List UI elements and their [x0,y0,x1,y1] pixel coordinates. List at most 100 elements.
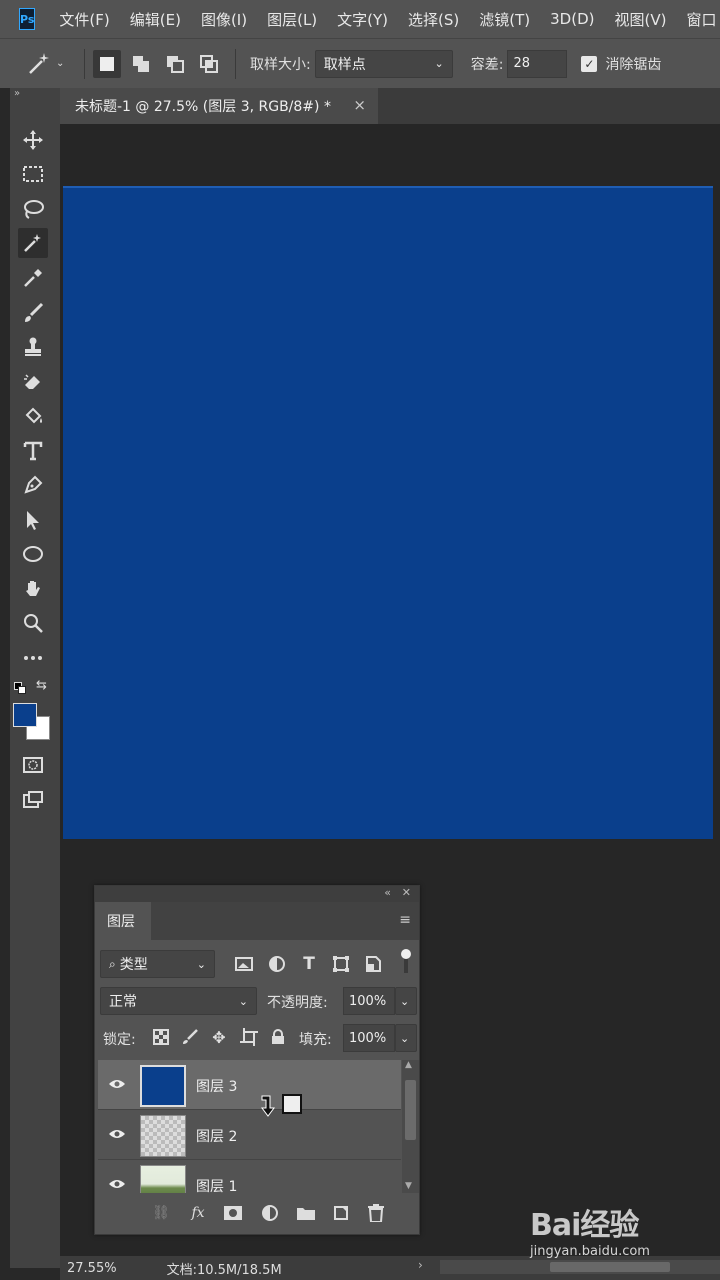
path-selection-tool[interactable] [18,505,48,535]
tab-layers[interactable]: 图层 [95,902,151,940]
add-mask-icon[interactable] [222,1203,244,1223]
menu-3d[interactable]: 3D(D) [550,10,594,28]
menu-view[interactable]: 视图(V) [615,9,667,30]
sample-size-select[interactable]: 取样点 ⌄ [314,49,453,78]
eye-icon[interactable] [108,1078,126,1090]
lasso-tool[interactable] [18,194,48,224]
zoom-level[interactable]: 27.55% [67,1261,117,1276]
chevron-down-icon[interactable]: ▼ [405,1181,412,1191]
filter-adjustment-icon[interactable] [266,953,288,975]
filter-shape-icon[interactable] [330,953,352,975]
brush-tool[interactable] [18,298,48,328]
new-group-icon[interactable] [295,1203,317,1223]
default-colors-icon[interactable] [14,682,26,694]
intersect-selection-button[interactable] [195,50,223,78]
sample-size-value: 取样点 [323,56,366,73]
document-size[interactable]: 文档:10.5M/18.5M [167,1259,282,1278]
menu-file[interactable]: 文件(F) [59,9,109,30]
filter-pixel-icon[interactable] [233,953,255,975]
menu-layer[interactable]: 图层(L) [267,9,317,30]
eye-icon[interactable] [108,1128,126,1140]
antialias-checkbox[interactable]: ✓ [581,55,598,72]
close-icon[interactable]: × [353,96,366,114]
layers-scrollbar[interactable]: ▲ ▼ [402,1060,419,1193]
tool-preset-picker[interactable]: ⌄ [26,46,76,82]
more-icon [24,656,42,660]
move-tool[interactable] [18,125,48,155]
layer-thumbnail [140,1165,186,1193]
new-adjustment-layer-icon[interactable] [259,1203,281,1223]
filter-type-icon[interactable]: T [298,953,320,975]
layer-row[interactable]: 图层 1 [98,1160,401,1193]
new-selection-button[interactable] [93,49,121,78]
layer-name[interactable]: 图层 2 [196,1126,237,1146]
lock-transparent-pixels-icon[interactable] [150,1026,172,1048]
lock-position-icon[interactable]: ✥ [208,1026,230,1048]
more-tools[interactable] [18,643,48,673]
paint-bucket-tool[interactable] [18,401,48,431]
eraser-tool[interactable] [18,367,48,397]
menu-window[interactable]: 窗口 [686,9,716,30]
hand-tool[interactable] [18,574,48,604]
delete-layer-icon[interactable] [365,1203,387,1223]
screen-mode-button[interactable] [18,785,48,815]
foreground-color-swatch[interactable] [13,703,37,727]
collapse-panel-icon[interactable]: « [384,886,391,899]
pen-tool[interactable] [18,470,48,500]
lock-artboard-icon[interactable] [238,1026,260,1048]
layer-filter-select[interactable]: ⌕ 类型 ⌄ [100,950,215,978]
watermark-url: jingyan.baidu.com [530,1244,650,1259]
lock-image-pixels-icon[interactable] [179,1026,201,1048]
swap-colors-icon[interactable]: ⇆ [36,678,47,693]
eye-icon[interactable] [108,1178,126,1190]
fill-dropdown[interactable]: ⌄ [395,1024,417,1052]
layer-row[interactable]: 图层 2 [98,1110,401,1160]
fill-input[interactable]: 100% [343,1024,395,1052]
magic-wand-tool[interactable] [18,228,48,258]
marquee-tool[interactable] [18,159,48,189]
document-canvas[interactable] [63,186,713,839]
layer-name[interactable]: 图层 1 [196,1176,237,1193]
menu-edit[interactable]: 编辑(E) [130,9,181,30]
divider [84,48,85,79]
menu-filter[interactable]: 滤镜(T) [479,9,530,30]
adjustment-circle-icon [269,956,285,972]
blend-mode-select[interactable]: 正常 ⌄ [100,987,257,1015]
filter-toggle[interactable] [401,949,413,975]
adjustment-circle-icon [262,1205,278,1221]
stamp-tool[interactable] [18,332,48,362]
layer-style-icon[interactable]: fx [187,1203,209,1223]
panel-menu-icon[interactable]: ≡ [399,912,411,928]
chevron-down-icon: ⌄ [400,994,410,1008]
menu-image[interactable]: 图像(I) [201,9,247,30]
filter-smartobject-icon[interactable] [362,953,384,975]
scrollbar-thumb[interactable] [405,1080,416,1140]
zoom-tool[interactable] [18,608,48,638]
add-selection-button[interactable] [127,50,155,78]
document-tab[interactable]: 未标题-1 @ 27.5% (图层 3, RGB/8#) * × [60,88,378,124]
type-tool[interactable] [18,436,48,466]
opacity-input[interactable]: 100% [343,987,395,1015]
menu-type[interactable]: 文字(Y) [337,9,388,30]
subtract-selection-button[interactable] [161,50,189,78]
chevron-up-icon[interactable]: ▲ [405,1060,412,1070]
lock-all-icon[interactable] [267,1026,289,1048]
padlock-icon [272,1029,284,1044]
divider [235,48,236,79]
link-layers-icon[interactable]: ⛓ [150,1203,172,1223]
image-icon [235,957,253,971]
collapse-icon[interactable]: » [14,88,20,99]
quick-mask-button[interactable] [18,750,48,780]
new-layer-icon[interactable] [330,1203,352,1223]
eyedropper-tool[interactable] [18,263,48,293]
layer-name[interactable]: 图层 3 [196,1076,237,1096]
menu-select[interactable]: 选择(S) [408,9,459,30]
brush-icon [183,1029,198,1044]
chevron-right-icon[interactable]: › [418,1258,423,1272]
tolerance-input[interactable]: 28 [507,49,568,78]
close-icon[interactable]: ✕ [402,886,411,899]
panel-titlebar[interactable]: « ✕ [95,886,419,902]
opacity-dropdown[interactable]: ⌄ [395,987,417,1015]
layer-row[interactable]: 图层 3 [98,1060,401,1110]
ellipse-tool[interactable] [18,539,48,569]
